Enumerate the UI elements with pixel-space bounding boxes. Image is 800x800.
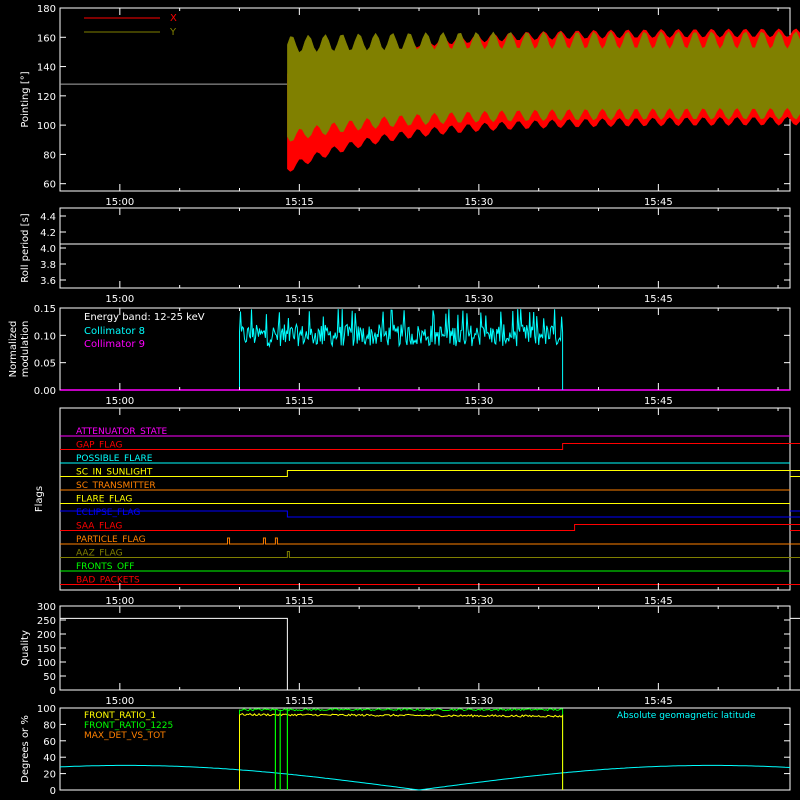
- x-tick-label: 15:00: [105, 696, 134, 707]
- y-tick-label: 140: [37, 63, 56, 74]
- y-tick-label: 3.8: [40, 260, 56, 271]
- legend-label-collimator-9: Collimator 9: [84, 339, 145, 350]
- legend-label-ratio-1: FRONT_RATIO_1225: [84, 721, 173, 731]
- latitude-annotation: Absolute geomagnetic latitude: [617, 711, 756, 721]
- x-tick-label: 15:45: [644, 197, 673, 208]
- x-tick-label: 15:00: [105, 197, 134, 208]
- x-tick-label: 15:30: [464, 396, 493, 407]
- x-tick-label: 15:45: [644, 596, 673, 607]
- y-tick-label: 0.10: [34, 331, 56, 342]
- y-axis-title-line-2: modulation: [20, 321, 31, 378]
- y-tick-label: 250: [37, 616, 56, 627]
- x-tick-label: 15:30: [464, 596, 493, 607]
- x-tick-label: 15:30: [464, 197, 493, 208]
- y-axis-title-group-0: Pointing [°]: [20, 71, 31, 127]
- y-axis-title-group-2: Normalized modulation: [8, 321, 31, 378]
- legend-label-collimator-8: Collimator 8: [84, 326, 145, 337]
- y-axis-title: Degrees or %: [20, 715, 31, 783]
- y-tick-label: 0.05: [34, 359, 56, 370]
- y-tick-label: 100: [37, 704, 56, 715]
- x-tick-label: 15:15: [285, 396, 314, 407]
- y-tick-label: 300: [37, 602, 56, 613]
- x-tick-label: 15:45: [644, 396, 673, 407]
- x-tick-label: 15:00: [105, 596, 134, 607]
- y-tick-label: 4.2: [40, 228, 56, 239]
- x-tick-label: 15:30: [464, 294, 493, 305]
- x-tick-label: 15:45: [644, 294, 673, 305]
- y-tick-label: 0.15: [34, 304, 56, 315]
- y-axis-title: Roll period [s]: [20, 213, 31, 282]
- y-tick-label: 120: [37, 92, 56, 103]
- flag-label: ECLIPSE_FLAG: [76, 508, 140, 518]
- y-tick-label: 100: [37, 658, 56, 669]
- legend-label-x: X: [170, 13, 177, 24]
- y-tick-label: 80: [43, 720, 56, 731]
- x-tick-label: 15:45: [644, 696, 673, 707]
- y-tick-label: 0: [50, 786, 56, 797]
- y-tick-label: 180: [37, 4, 56, 15]
- figure: 60 80 100 120 140 160 180 Pointing [°] XY 15:00 15…: [0, 0, 800, 800]
- y-tick-label: 40: [43, 753, 56, 764]
- y-tick-label: 0: [50, 686, 56, 697]
- x-tick-label: 15:00: [105, 294, 134, 305]
- x-tick-label: 15:15: [285, 294, 314, 305]
- y-axis-title: Pointing [°]: [20, 71, 31, 127]
- x-tick-label: 15:15: [285, 596, 314, 607]
- legend-title: Energy band: 12-25 keV: [84, 312, 205, 323]
- x-tick-label: 15:00: [105, 396, 134, 407]
- y-tick-label: 80: [43, 150, 56, 161]
- legend-label-ratio-0: FRONT_RATIO_1: [84, 711, 156, 721]
- y-tick-label: 50: [43, 672, 56, 683]
- y-tick-label: 4.4: [40, 212, 56, 223]
- y-tick-label: 160: [37, 33, 56, 44]
- y-axis-title-group-4: Quality: [20, 630, 31, 666]
- y-tick-label: 0.00: [34, 386, 56, 397]
- legend-label-y: Y: [169, 27, 177, 38]
- y-tick-label: 200: [37, 630, 56, 641]
- x-tick-label: 15:15: [285, 696, 314, 707]
- y-tick-label: 4.0: [40, 244, 56, 255]
- y-tick-label: 60: [43, 180, 56, 191]
- y-tick-label: 60: [43, 737, 56, 748]
- y-axis-title-group-1: Roll period [s]: [20, 213, 31, 282]
- y-axis-title-line-1: Normalized: [8, 321, 19, 378]
- y-tick-label: 3.6: [40, 276, 56, 287]
- legend-label-ratio-2: MAX_DET_VS_TOT: [84, 731, 166, 741]
- y-tick-label: 100: [37, 121, 56, 132]
- y-tick-label: 20: [43, 770, 56, 781]
- y-axis-title-group-5: Degrees or %: [20, 715, 31, 783]
- y-tick-label: 150: [37, 644, 56, 655]
- y-axis-title-group-3: Flags: [34, 486, 45, 512]
- y-axis-title: Flags: [34, 486, 45, 512]
- x-tick-label: 15:15: [285, 197, 314, 208]
- y-axis-title: Quality: [20, 630, 31, 666]
- x-tick-label: 15:30: [464, 696, 493, 707]
